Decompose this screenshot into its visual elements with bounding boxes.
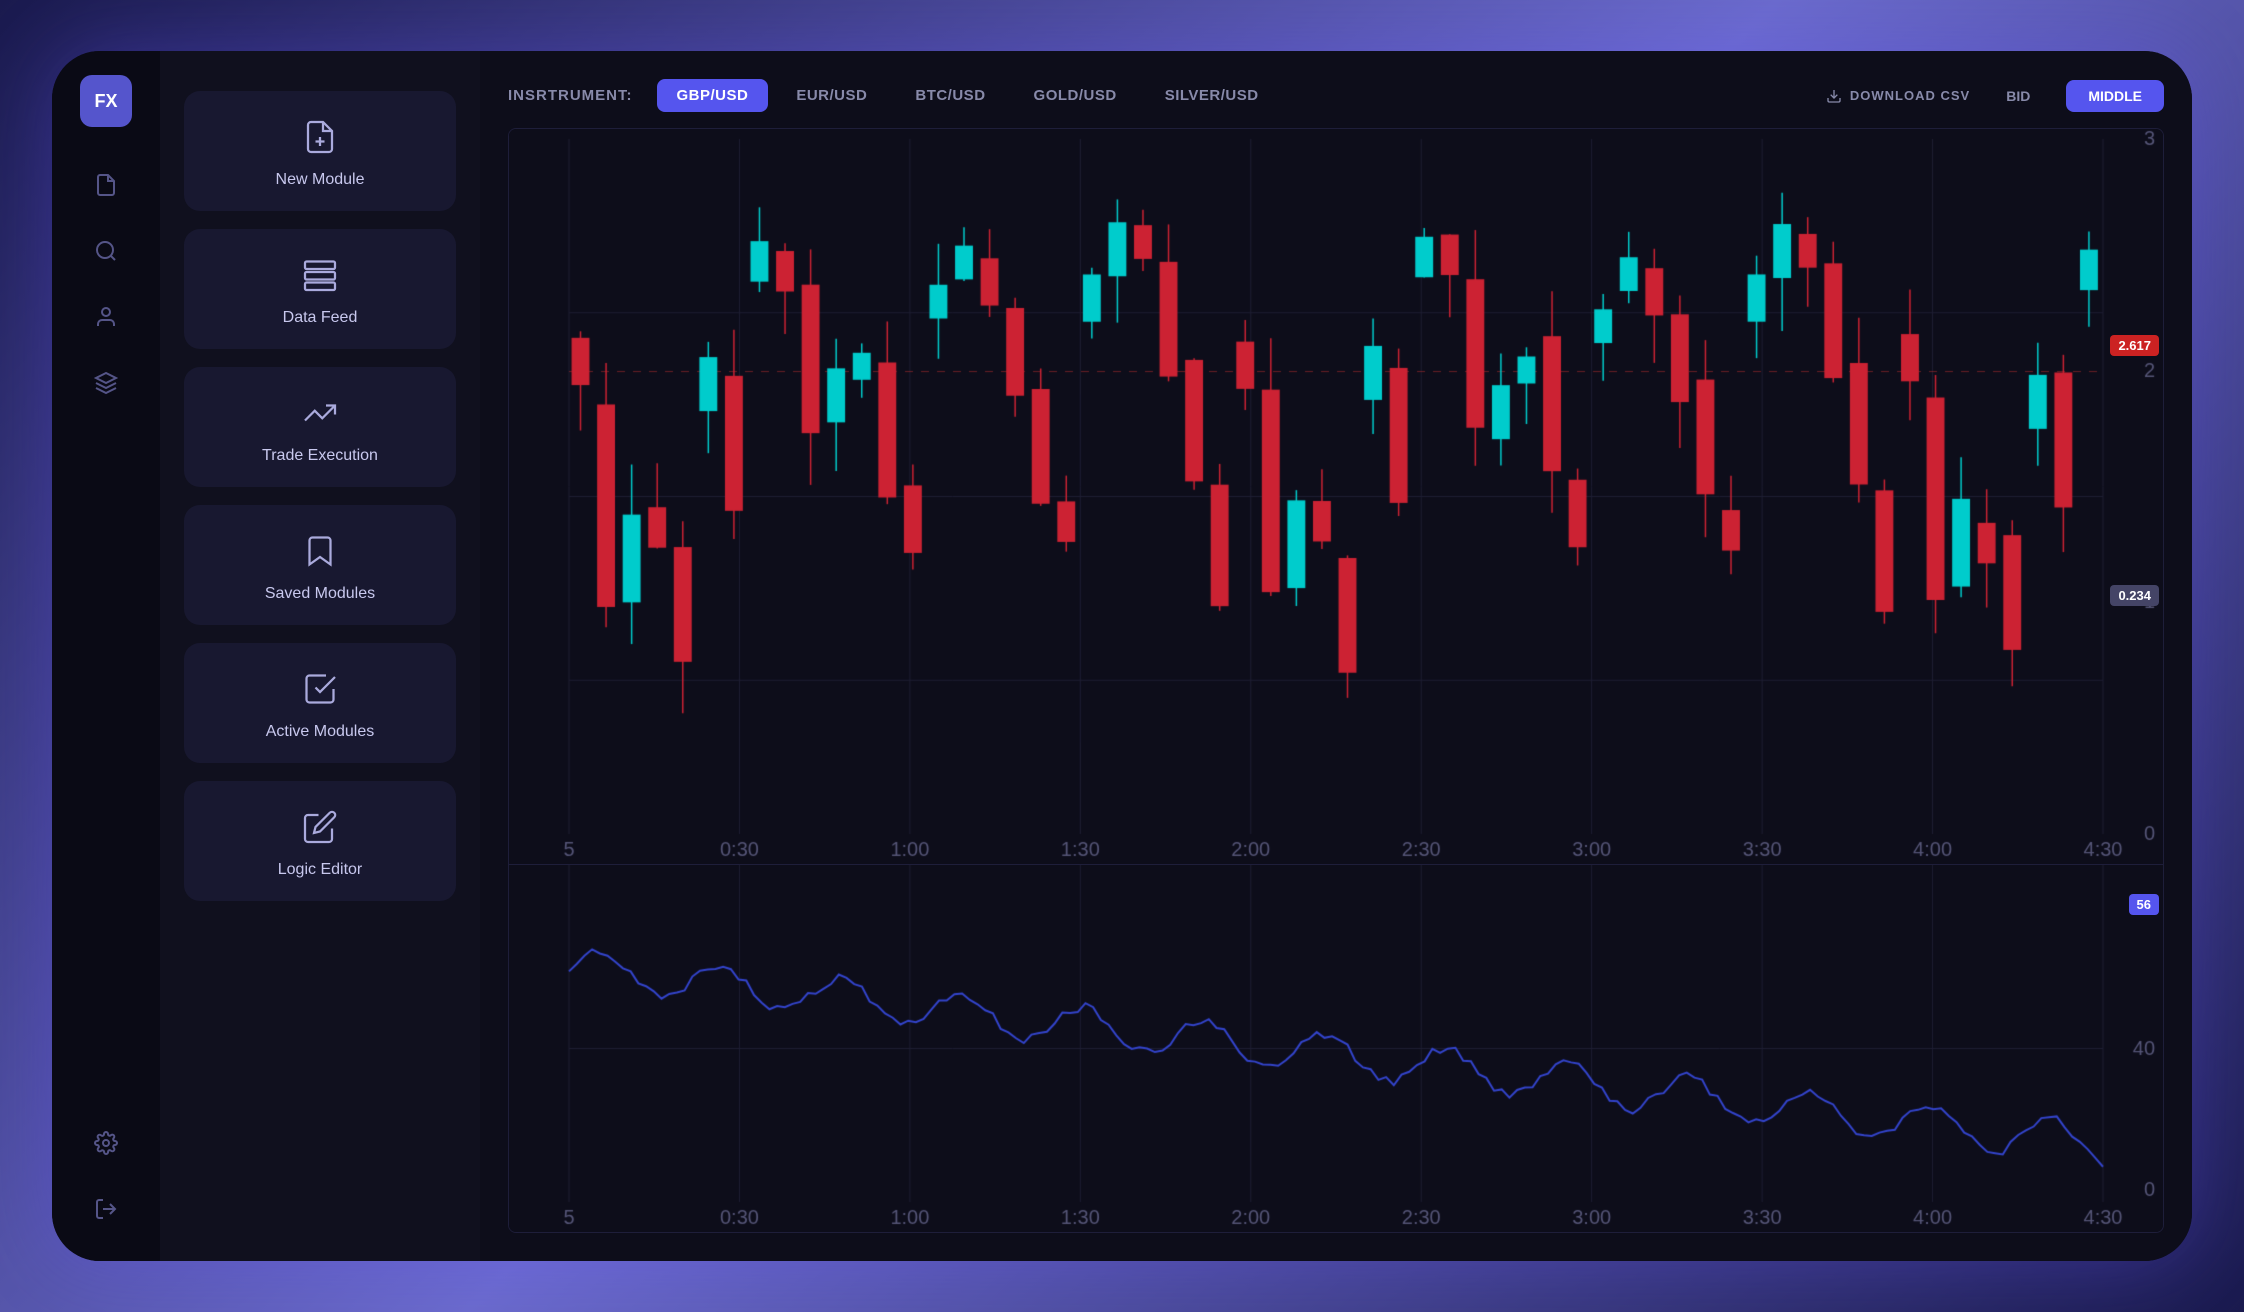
instrument-tabs: GBP/USD EUR/USD BTC/USD GOLD/USD SILVER/…	[657, 79, 1279, 112]
chart-container: 2.617 0.234 56	[508, 128, 2164, 1233]
instrument-bar-right: DOWNLOAD CSV BID MIDDLE	[1826, 80, 2164, 112]
active-modules-label: Active Modules	[266, 723, 375, 741]
tab-silver-usd[interactable]: SILVER/USD	[1145, 79, 1279, 112]
oscillator-value-label: 56	[2129, 894, 2159, 915]
layers-icon[interactable]	[84, 361, 128, 405]
data-feed-icon	[302, 257, 338, 299]
instrument-bar: INSRTRUMENT: GBP/USD EUR/USD BTC/USD GOL…	[508, 79, 2164, 112]
nav-item-logic-editor[interactable]: Logic Editor	[184, 781, 456, 901]
instrument-label: INSRTRUMENT:	[508, 87, 633, 104]
logic-editor-icon	[302, 809, 338, 851]
nav-item-saved-modules[interactable]: Saved Modules	[184, 505, 456, 625]
person-icon[interactable]	[84, 295, 128, 339]
device-frame: FX	[52, 51, 2192, 1261]
price-low-label: 0.234	[2110, 585, 2159, 606]
saved-modules-icon	[302, 533, 338, 575]
nav-item-active-modules[interactable]: Active Modules	[184, 643, 456, 763]
logout-icon[interactable]	[84, 1187, 128, 1231]
download-csv-button[interactable]: DOWNLOAD CSV	[1826, 88, 1970, 104]
search-document-icon[interactable]	[84, 229, 128, 273]
download-csv-label: DOWNLOAD CSV	[1850, 88, 1970, 103]
tab-gold-usd[interactable]: GOLD/USD	[1014, 79, 1137, 112]
settings-icon[interactable]	[84, 1121, 128, 1165]
nav-item-trade-execution[interactable]: Trade Execution	[184, 367, 456, 487]
trade-execution-icon	[302, 395, 338, 437]
logic-editor-label: Logic Editor	[278, 861, 363, 879]
bid-button[interactable]: BID	[1986, 80, 2050, 112]
tab-btc-usd[interactable]: BTC/USD	[895, 79, 1005, 112]
icon-sidebar: FX	[52, 51, 160, 1261]
main-content: INSRTRUMENT: GBP/USD EUR/USD BTC/USD GOL…	[480, 51, 2192, 1261]
candlestick-chart: 2.617 0.234	[509, 129, 2163, 864]
nav-item-data-feed[interactable]: Data Feed	[184, 229, 456, 349]
price-high-label: 2.617	[2110, 335, 2159, 356]
new-module-label: New Module	[276, 171, 365, 189]
active-modules-icon	[302, 671, 338, 713]
data-feed-label: Data Feed	[283, 309, 358, 327]
middle-button[interactable]: MIDDLE	[2066, 80, 2164, 112]
trade-execution-label: Trade Execution	[262, 447, 378, 465]
tab-gbp-usd[interactable]: GBP/USD	[657, 79, 769, 112]
tab-eur-usd[interactable]: EUR/USD	[776, 79, 887, 112]
new-module-icon	[302, 119, 338, 161]
nav-sidebar: New Module Data Feed Trade Execution	[160, 51, 480, 1261]
oscillator-chart: 56	[509, 864, 2163, 1232]
nav-item-new-module[interactable]: New Module	[184, 91, 456, 211]
logo: FX	[80, 75, 132, 127]
saved-modules-label: Saved Modules	[265, 585, 375, 603]
file-icon[interactable]	[84, 163, 128, 207]
